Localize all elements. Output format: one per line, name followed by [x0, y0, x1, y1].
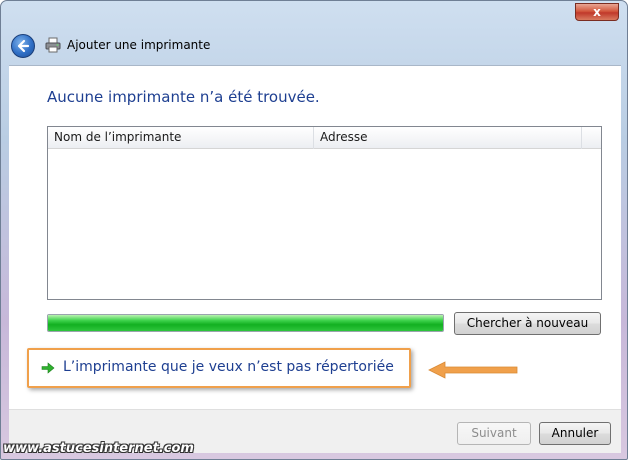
orange-arrow-icon	[428, 361, 518, 379]
table-header: Nom de l’imprimante Adresse	[48, 127, 601, 149]
search-progress-bar	[47, 314, 444, 332]
printer-list[interactable]: Nom de l’imprimante Adresse	[47, 126, 602, 300]
progress-fill	[48, 315, 443, 331]
page-heading: Aucune imprimante n’a été trouvée.	[47, 88, 320, 106]
back-arrow-icon	[17, 39, 30, 53]
cancel-button[interactable]: Annuler	[539, 422, 611, 445]
column-header-filler	[582, 127, 601, 149]
green-arrow-icon	[41, 362, 55, 374]
content-area: Aucune imprimante n’a été trouvée. Nom d…	[9, 65, 621, 409]
back-button[interactable]	[11, 34, 35, 58]
column-header-printer-name[interactable]: Nom de l’imprimante	[48, 127, 314, 149]
watermark: www.astucesinternet.com	[3, 441, 194, 456]
next-button[interactable]: Suivant	[457, 422, 531, 445]
printer-icon	[45, 37, 61, 53]
column-header-address[interactable]: Adresse	[314, 127, 582, 149]
add-printer-window: x Ajouter une imprimante Aucune impriman…	[0, 0, 628, 460]
printer-not-listed-link[interactable]: L’imprimante que je veux n’est pas réper…	[63, 359, 394, 375]
close-button[interactable]: x	[575, 3, 619, 21]
not-listed-link-box: L’imprimante que je veux n’est pas réper…	[27, 348, 411, 388]
search-again-button[interactable]: Chercher à nouveau	[454, 312, 601, 335]
window-title: Ajouter une imprimante	[67, 38, 211, 52]
